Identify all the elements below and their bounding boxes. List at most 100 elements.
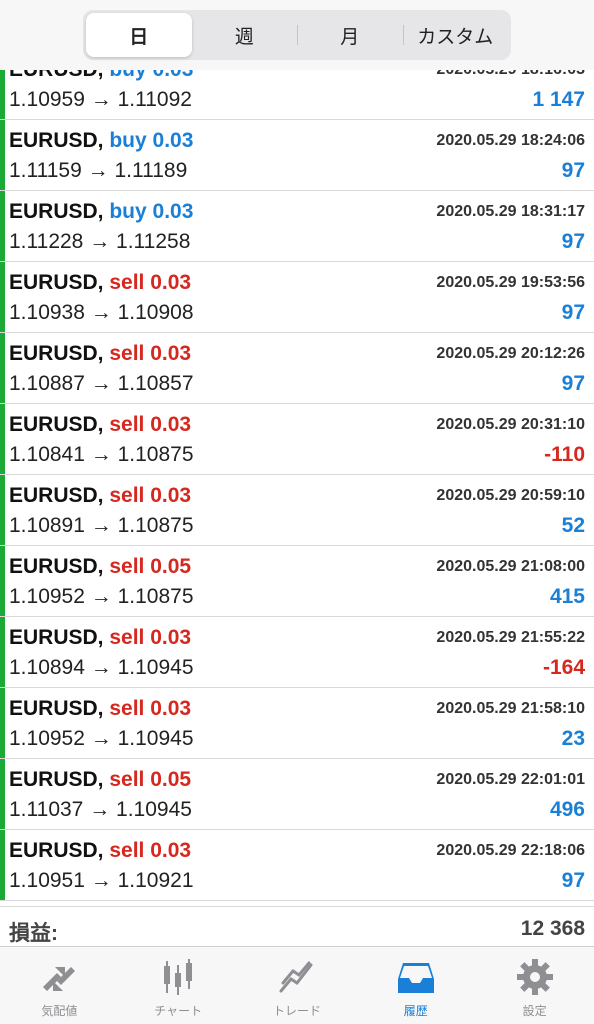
close-price: 1.10945 — [117, 727, 194, 750]
tab-settings[interactable]: 設定 — [475, 947, 594, 1024]
profit-summary-label: 損益: — [9, 922, 58, 945]
trade-rows: EURUSD, buy 0.032020.05.29 18:16:031.109… — [0, 49, 594, 901]
trade-symbol: EURUSD, — [9, 626, 104, 649]
tab-quotes[interactable]: 気配値 — [0, 947, 119, 1024]
close-price: 1.10945 — [116, 798, 192, 821]
trade-row[interactable]: EURUSD, buy 0.03 2020.05.29 18:31:17 1.112… — [0, 191, 594, 262]
trade-row[interactable]: EURUSD, sell 0.03 2020.05.29 21:58:10 1.10… — [0, 688, 594, 759]
trade-icon — [279, 961, 313, 993]
tab-history[interactable]: 履歴 — [356, 947, 475, 1024]
period-tab-month[interactable]: 月 — [297, 13, 403, 57]
position-indicator-bar — [0, 333, 5, 403]
arrow-icon: → — [89, 798, 111, 821]
trade-history-list[interactable]: EURUSD, buy 0.032020.05.29 18:16:031.109… — [0, 0, 594, 905]
trade-time: 2020.05.29 18:24:06 — [436, 132, 585, 149]
trade-symbol-line: EURUSD, sell 0.05 — [9, 768, 191, 792]
trade-side-volume: buy 0.03 — [109, 129, 194, 152]
close-price: 1.10921 — [117, 869, 194, 892]
close-price: 1.10875 — [117, 585, 194, 608]
period-tab-custom[interactable]: カスタム — [402, 13, 509, 57]
trade-prices: 1.10952 → 1.10945 — [9, 727, 194, 751]
arrow-icon: → — [90, 727, 112, 750]
trade-row[interactable]: EURUSD, sell 0.03 2020.05.29 20:31:10 1.10… — [0, 404, 594, 475]
trade-time: 2020.05.29 21:55:22 — [436, 629, 585, 646]
trade-profit: -110 — [544, 443, 585, 466]
trade-row[interactable]: EURUSD, sell 0.05 2020.05.29 21:08:00 1.10… — [0, 546, 594, 617]
close-price: 1.10857 — [117, 372, 194, 395]
arrow-icon: → — [90, 585, 112, 608]
period-tab-day[interactable]: 日 — [86, 13, 192, 57]
arrow-icon: → — [89, 230, 111, 253]
open-price: 1.10894 — [9, 656, 85, 679]
close-price: 1.10908 — [117, 301, 194, 324]
trade-symbol: EURUSD, — [9, 555, 104, 578]
trade-profit: 415 — [549, 585, 585, 608]
open-price: 1.10959 — [9, 88, 85, 111]
trade-time: 2020.05.29 20:12:26 — [436, 345, 585, 362]
trade-row[interactable]: EURUSD, sell 0.03 2020.05.29 19:53:56 1.10… — [0, 262, 594, 333]
trade-prices: 1.10841 → 1.10875 — [9, 443, 194, 467]
tab-trade[interactable]: トレード — [238, 947, 357, 1024]
trade-symbol: EURUSD, — [9, 271, 104, 294]
open-price: 1.10891 — [9, 514, 85, 537]
period-tab-week[interactable]: 週 — [192, 13, 298, 57]
trade-symbol-line: EURUSD, sell 0.05 — [9, 555, 191, 579]
trade-prices: 1.10952 → 1.10875 — [9, 585, 194, 609]
trade-profit: 23 — [561, 727, 585, 750]
trade-symbol: EURUSD, — [9, 768, 104, 791]
trade-time: 2020.05.29 18:31:17 — [436, 203, 585, 220]
trade-symbol: EURUSD, — [9, 342, 104, 365]
profit-summary: 損益: 12 368 — [0, 906, 594, 946]
trade-side-volume: sell 0.03 — [109, 484, 192, 507]
trade-symbol: EURUSD, — [9, 697, 104, 720]
trade-profit: 52 — [561, 514, 585, 537]
bottom-tab-bar: 気配値 チャート トレード 履歴 設定 — [0, 946, 594, 1024]
trade-side-volume: sell 0.03 — [109, 271, 192, 294]
trade-time: 2020.05.29 21:08:00 — [436, 558, 585, 575]
trade-symbol-line: EURUSD, sell 0.03 — [9, 342, 191, 366]
trade-prices: 1.11159 → 1.11189 — [9, 159, 187, 183]
close-price: 1.11092 — [117, 88, 192, 111]
trade-prices: 1.10959 → 1.11092 — [9, 88, 192, 112]
trade-symbol-line: EURUSD, sell 0.03 — [9, 271, 191, 295]
chart-icon — [164, 959, 193, 995]
period-segmented-control: 日 週 月 カスタム — [83, 10, 511, 60]
trade-side-volume: sell 0.05 — [109, 768, 192, 791]
close-price: 1.10945 — [117, 656, 194, 679]
tab-chart[interactable]: チャート — [119, 947, 238, 1024]
trade-profit: 97 — [561, 159, 585, 182]
trade-profit: 97 — [561, 372, 585, 395]
trade-side-volume: sell 0.03 — [109, 342, 192, 365]
trade-time: 2020.05.29 20:59:10 — [436, 487, 585, 504]
open-price: 1.10841 — [9, 443, 85, 466]
trade-side-volume: buy 0.03 — [109, 200, 194, 223]
trade-symbol: EURUSD, — [9, 129, 104, 152]
position-indicator-bar — [0, 191, 5, 261]
trade-prices: 1.10951 → 1.10921 — [9, 869, 194, 893]
trade-row[interactable]: EURUSD, sell 0.03 2020.05.29 20:59:10 1.10… — [0, 475, 594, 546]
trade-row[interactable]: EURUSD, sell 0.05 2020.05.29 22:01:01 1.11… — [0, 759, 594, 830]
trade-prices: 1.11228 → 1.11258 — [9, 230, 190, 254]
tab-chart-label: チャート — [154, 1004, 203, 1018]
trade-time: 2020.05.29 20:31:10 — [436, 416, 585, 433]
open-price: 1.11228 — [9, 230, 84, 253]
position-indicator-bar — [0, 404, 5, 474]
trade-row[interactable]: EURUSD, sell 0.03 2020.05.29 20:12:26 1.10… — [0, 333, 594, 404]
tab-quotes-label: 気配値 — [41, 1004, 78, 1018]
open-price: 1.10887 — [9, 372, 85, 395]
arrow-icon: → — [90, 869, 112, 892]
trade-time: 2020.05.29 21:58:10 — [436, 700, 585, 717]
arrow-icon: → — [90, 514, 112, 537]
trade-symbol-line: EURUSD, buy 0.03 — [9, 129, 193, 153]
trade-time: 2020.05.29 19:53:56 — [436, 274, 585, 291]
trade-row[interactable]: EURUSD, buy 0.03 2020.05.29 18:24:06 1.111… — [0, 120, 594, 191]
position-indicator-bar — [0, 688, 5, 758]
close-price: 1.11258 — [116, 230, 191, 253]
trade-symbol-line: EURUSD, buy 0.03 — [9, 200, 193, 224]
trade-prices: 1.11037 → 1.10945 — [9, 798, 192, 822]
close-price: 1.10875 — [117, 514, 194, 537]
trade-row[interactable]: EURUSD, sell 0.03 2020.05.29 21:55:22 1.10… — [0, 617, 594, 688]
position-indicator-bar — [0, 830, 5, 900]
trade-time: 2020.05.29 22:01:01 — [436, 771, 585, 788]
trade-row[interactable]: EURUSD, sell 0.03 2020.05.29 22:18:06 1.10… — [0, 830, 594, 901]
